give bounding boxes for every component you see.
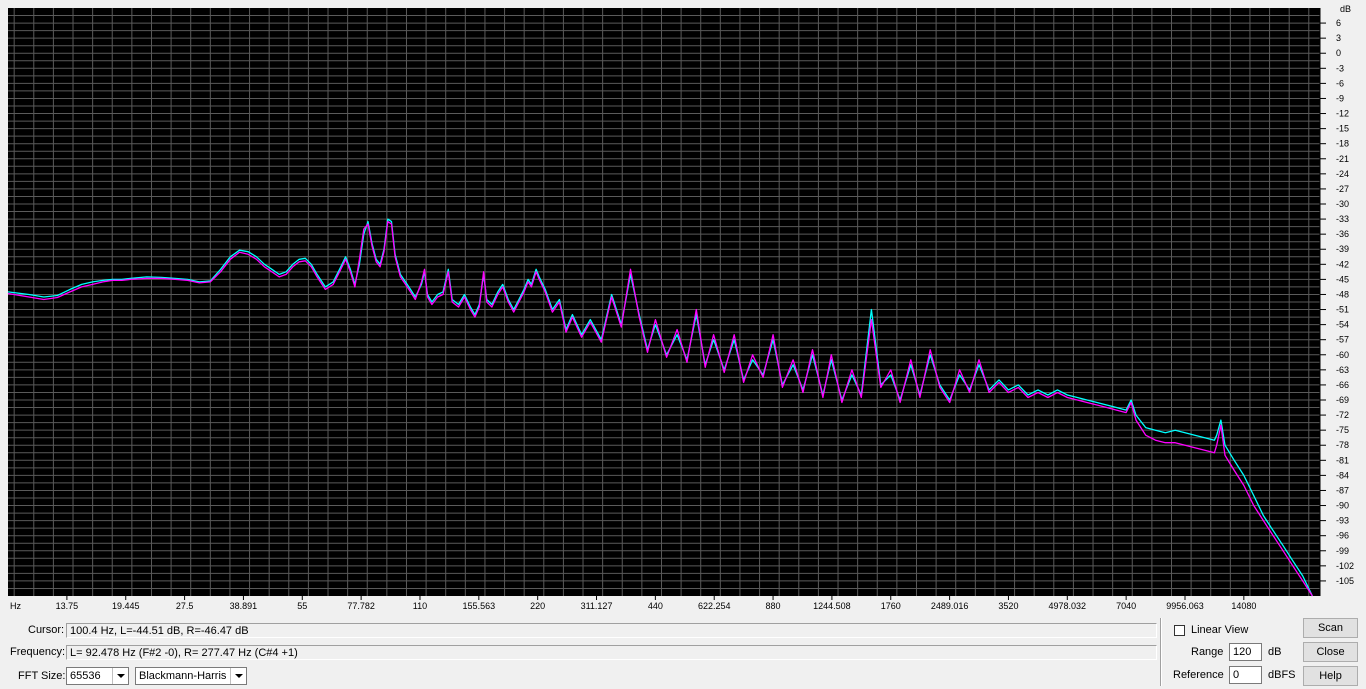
y-tick-label: -96 (1336, 531, 1349, 541)
reference-label: Reference (1173, 669, 1224, 681)
spectrum-plot[interactable]: dB 6 3 0 -3 -6 -9 -12 -15 -18 -21 -24 -27 -30 -33 -36 -… (0, 0, 1366, 614)
close-button[interactable]: Close (1303, 642, 1358, 662)
y-tick-label: -45 (1336, 274, 1349, 284)
y-tick-label: -42 (1336, 259, 1349, 269)
y-tick-label: -69 (1336, 395, 1349, 405)
y-tick-label: 3 (1336, 33, 1341, 43)
x-tick-label: 1760 (881, 601, 901, 611)
reference-input[interactable]: 0 (1229, 666, 1262, 684)
x-tick-label: 880 (766, 601, 781, 611)
y-tick-label: -3 (1336, 63, 1344, 73)
x-tick-label: 13.75 (56, 601, 79, 611)
linear-view-label[interactable]: Linear View (1191, 624, 1248, 636)
x-axis: Hz 13.75 19.445 27.5 38.891 55 77.782 110 155.5… (10, 596, 1256, 611)
x-tick-label: 622.254 (698, 601, 731, 611)
y-tick-label: -30 (1336, 199, 1349, 209)
help-button[interactable]: Help (1303, 666, 1358, 686)
y-tick-label: -18 (1336, 139, 1349, 149)
chevron-down-icon[interactable] (230, 668, 246, 684)
y-tick-label: -39 (1336, 244, 1349, 254)
controls-panel: Cursor: 100.4 Hz, L=-44.51 dB, R=-46.47 … (0, 614, 1366, 689)
y-tick-label: -9 (1336, 93, 1344, 103)
x-tick-label: 1244.508 (813, 601, 851, 611)
x-tick-label: 311.127 (581, 601, 613, 611)
y-tick-label: -21 (1336, 154, 1349, 164)
frequency-label: Frequency: (10, 646, 66, 658)
y-tick-label: -105 (1336, 576, 1354, 586)
range-label: Range (1191, 646, 1224, 658)
fft-size-select[interactable]: 65536 (66, 667, 129, 685)
y-axis: dB 6 3 0 -3 -6 -9 -12 -15 -18 -21 -24 -27 -30 -33 -36 -… (1319, 4, 1354, 596)
y-tick-label: -99 (1336, 546, 1349, 556)
y-tick-label: -75 (1336, 425, 1349, 435)
y-tick-label: -54 (1336, 320, 1349, 330)
y-tick-label: -63 (1336, 365, 1349, 375)
cursor-label: Cursor: (28, 624, 65, 636)
y-tick-label: -87 (1336, 485, 1349, 495)
y-tick-label: -66 (1336, 380, 1349, 390)
y-tick-label: 0 (1336, 48, 1341, 58)
range-unit: dB (1268, 646, 1282, 658)
x-tick-label: 19.445 (112, 601, 140, 611)
y-tick-label: -33 (1336, 214, 1349, 224)
x-tick-label: 38.891 (230, 601, 258, 611)
fft-size-value: 65536 (70, 670, 101, 682)
y-tick-label: -48 (1336, 289, 1349, 299)
y-tick-label: -90 (1336, 501, 1349, 511)
y-tick-label: -51 (1336, 305, 1349, 315)
x-tick-label: 7040 (1116, 601, 1136, 611)
x-tick-label: 220 (530, 601, 545, 611)
x-tick-label: 14080 (1231, 601, 1256, 611)
y-unit-label: dB (1340, 4, 1351, 14)
x-tick-label: 3520 (998, 601, 1018, 611)
window-function-value: Blackmann-Harris (139, 670, 227, 682)
linear-view-checkbox[interactable] (1174, 625, 1185, 636)
x-tick-label: 2489.016 (931, 601, 969, 611)
scan-button[interactable]: Scan (1303, 618, 1358, 638)
chevron-down-icon[interactable] (112, 668, 128, 684)
y-tick-label: -15 (1336, 124, 1349, 134)
x-tick-label: 155.563 (463, 601, 496, 611)
y-tick-label: -78 (1336, 440, 1349, 450)
y-tick-label: -84 (1336, 470, 1349, 480)
y-tick-label: -24 (1336, 169, 1349, 179)
y-tick-label: -6 (1336, 78, 1344, 88)
reference-unit: dBFS (1268, 669, 1296, 681)
x-tick-label: 9956.063 (1166, 601, 1204, 611)
y-tick-label: -57 (1336, 335, 1349, 345)
x-tick-label: 77.782 (347, 601, 375, 611)
y-tick-label: -102 (1336, 561, 1354, 571)
y-tick-label: -60 (1336, 350, 1349, 360)
y-tick-label: -72 (1336, 410, 1349, 420)
y-tick-label: -93 (1336, 516, 1349, 526)
y-tick-label: 6 (1336, 18, 1341, 28)
y-tick-label: -36 (1336, 229, 1349, 239)
x-tick-label: 440 (648, 601, 663, 611)
cursor-readout: 100.4 Hz, L=-44.51 dB, R=-46.47 dB (66, 623, 1157, 638)
panel-divider (1160, 618, 1162, 686)
x-tick-label: 55 (297, 601, 307, 611)
y-tick-label: -81 (1336, 455, 1349, 465)
frequency-readout: L= 92.478 Hz (F#2 -0), R= 277.47 Hz (C#4… (66, 645, 1157, 660)
range-input[interactable]: 120 (1229, 643, 1262, 661)
y-tick-label: -12 (1336, 109, 1349, 119)
x-tick-label: 110 (413, 601, 427, 611)
x-tick-label: 27.5 (176, 601, 194, 611)
fft-size-label: FFT Size: (18, 670, 66, 682)
y-tick-label: -27 (1336, 184, 1349, 194)
x-tick-label: 4978.032 (1049, 601, 1087, 611)
window-function-select[interactable]: Blackmann-Harris (135, 667, 247, 685)
x-unit-label: Hz (10, 601, 21, 611)
